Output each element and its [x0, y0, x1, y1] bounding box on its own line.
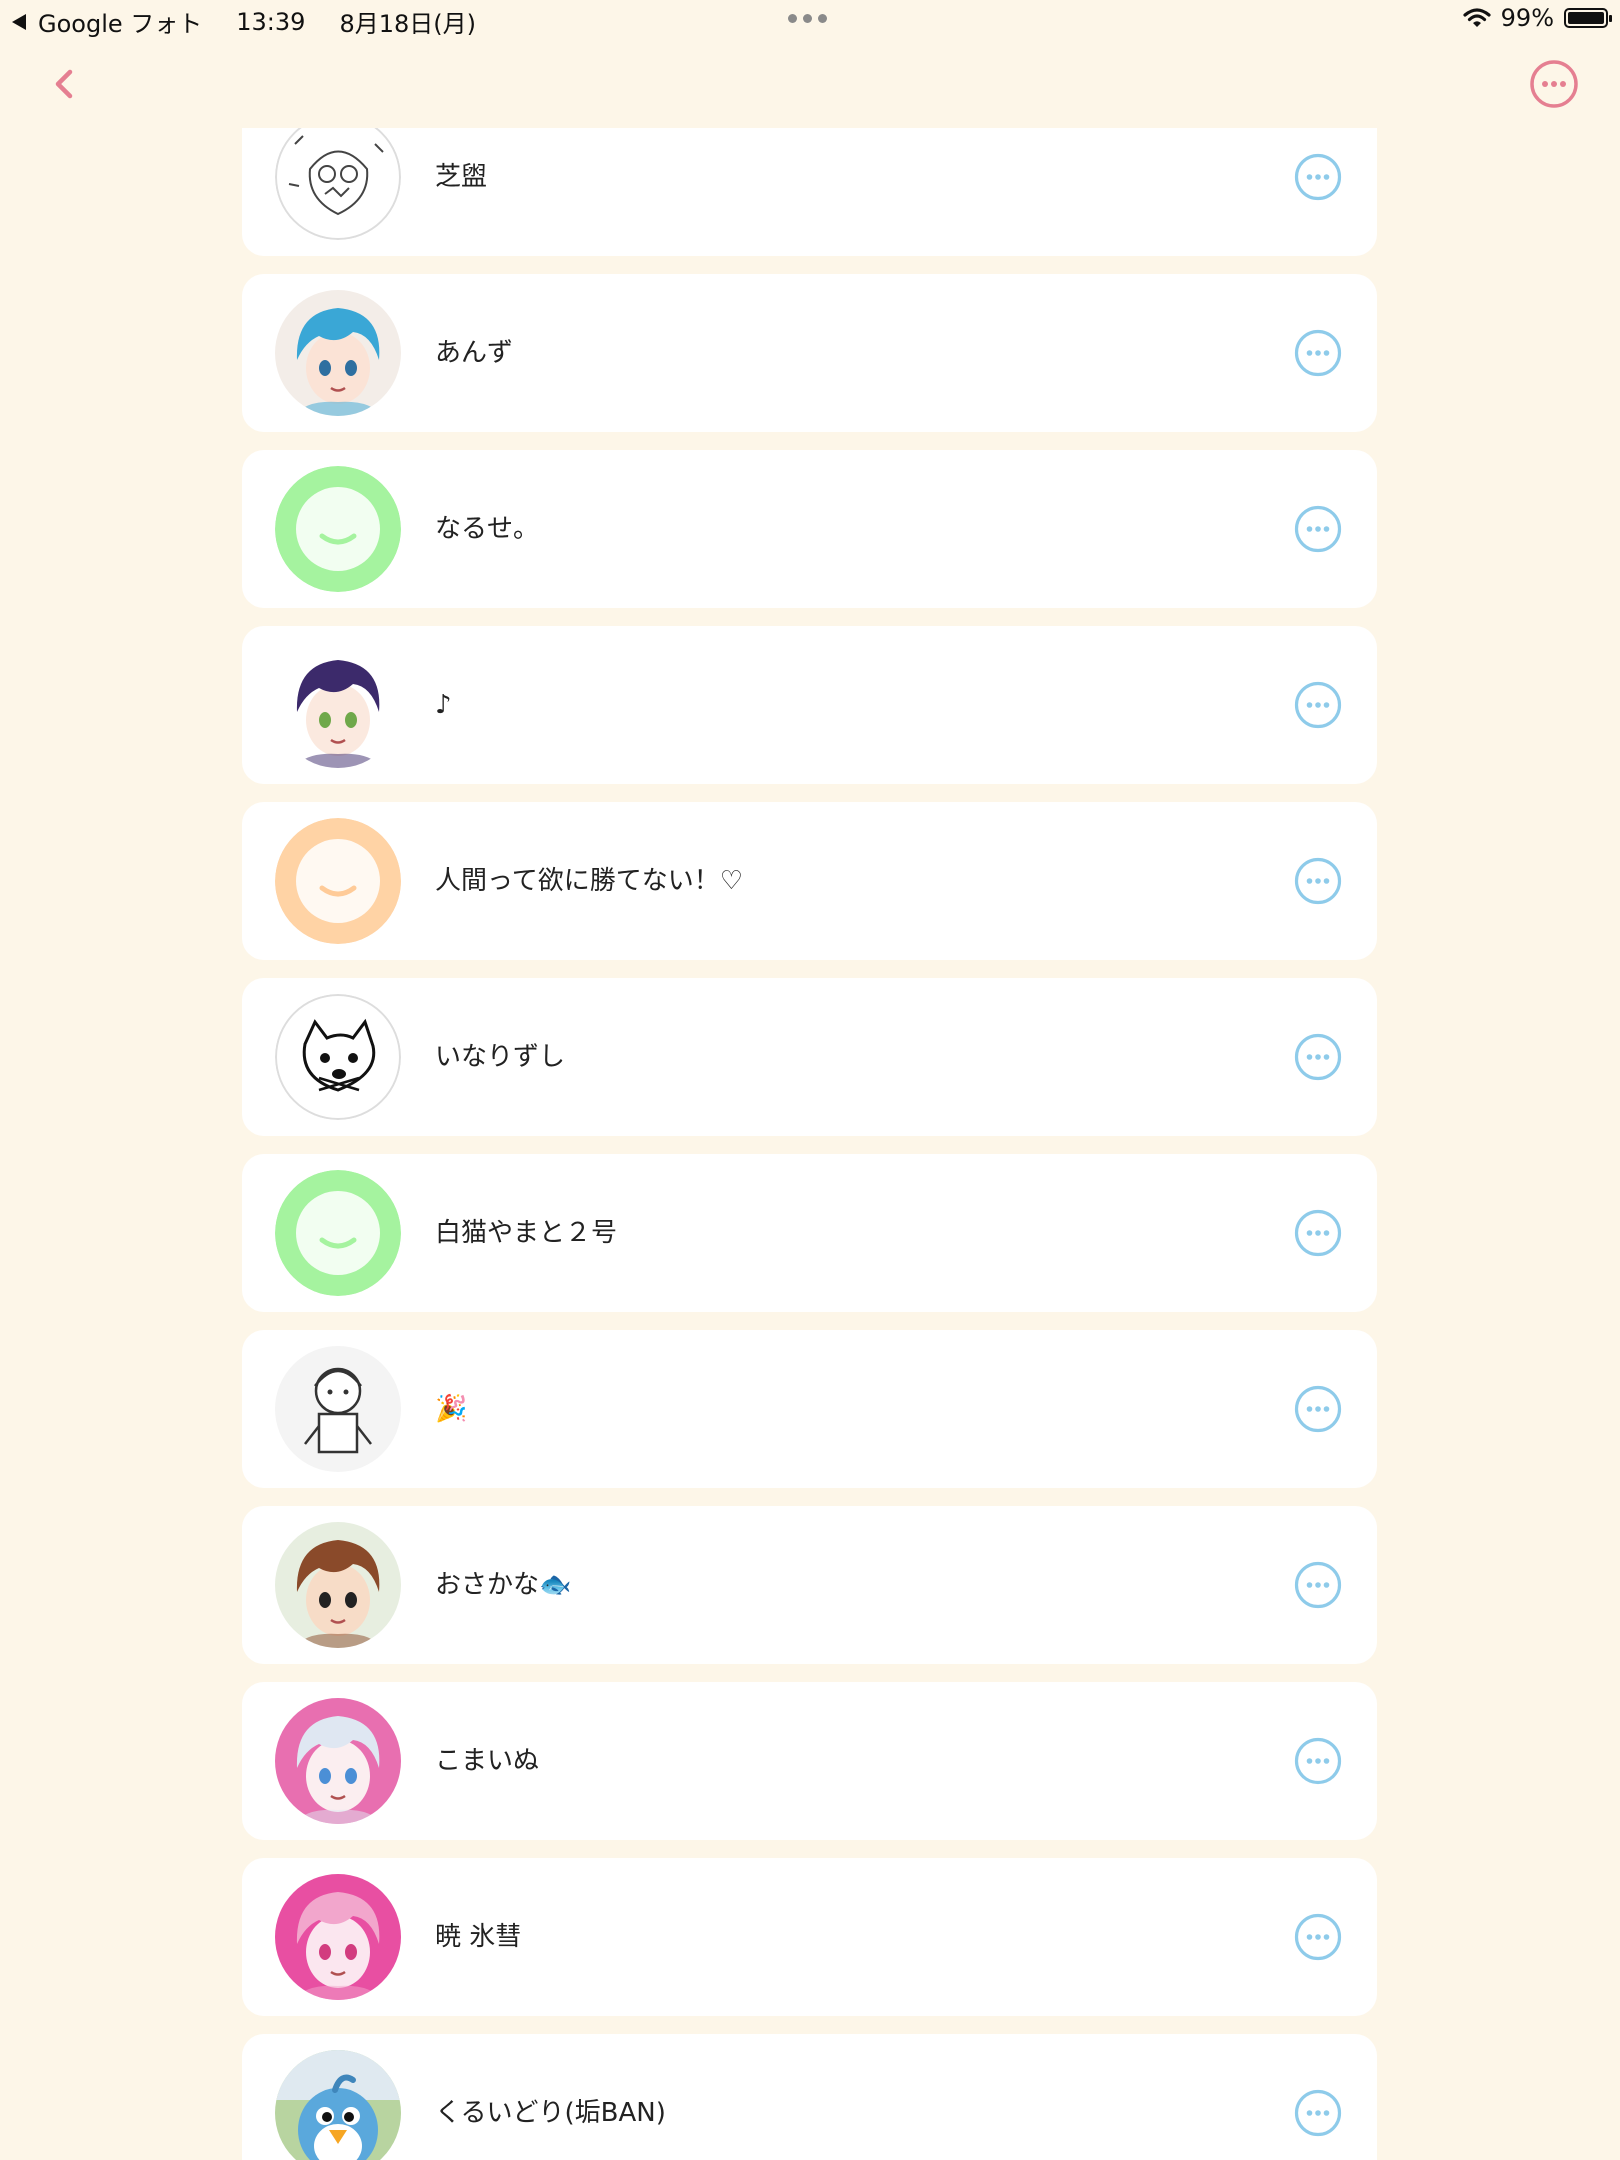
user-row[interactable]: こまいぬ — [242, 1682, 1377, 1840]
back-to-app-icon[interactable] — [12, 13, 26, 30]
user-name: 暁 氷彗 — [435, 1922, 522, 1952]
default-orange-smile-avatar[interactable] — [275, 818, 401, 944]
user-row[interactable]: ♪ — [242, 626, 1377, 784]
user-name: いなりずし — [435, 1042, 566, 1072]
cat-doodle-avatar[interactable] — [275, 994, 401, 1120]
more-options-icon[interactable] — [1294, 1561, 1342, 1609]
user-row[interactable]: くるいどり(垢BAN) — [242, 2034, 1377, 2160]
purple-hair-anime-avatar[interactable] — [275, 642, 401, 768]
silver-hair-anime-avatar[interactable] — [275, 1698, 401, 1824]
default-green-smile-avatar[interactable] — [275, 466, 401, 592]
more-options-icon[interactable] — [1294, 857, 1342, 905]
more-options-icon[interactable] — [1294, 153, 1342, 201]
user-name: ♪ — [435, 690, 452, 720]
status-bar-right: 99% — [1463, 4, 1612, 32]
battery-percent: 99% — [1500, 4, 1554, 32]
pink-hair-anime-avatar[interactable] — [275, 1874, 401, 2000]
ellipsis-circle-icon[interactable] — [1529, 59, 1579, 109]
status-time: 13:39 — [236, 7, 306, 36]
wifi-icon — [1463, 8, 1491, 27]
user-name: なるせ。 — [435, 514, 540, 544]
more-options-icon[interactable] — [1294, 505, 1342, 553]
user-row[interactable]: いなりずし — [242, 978, 1377, 1136]
user-list: 芝盥 あんず なるせ。 ♪ 人間って欲に勝てない！♡ いなりずし 白猫やまと２号… — [242, 128, 1377, 2160]
top-navigation-bar — [0, 40, 1620, 130]
brown-hair-anime-avatar[interactable] — [275, 1522, 401, 1648]
more-options-icon[interactable] — [1294, 329, 1342, 377]
more-options-icon[interactable] — [1294, 681, 1342, 729]
user-name: 人間って欲に勝てない！♡ — [435, 866, 744, 896]
user-row[interactable]: 白猫やまと２号 — [242, 1154, 1377, 1312]
chevron-left-icon[interactable] — [44, 64, 84, 104]
more-options-icon[interactable] — [1294, 1033, 1342, 1081]
more-options-icon[interactable] — [1294, 1737, 1342, 1785]
user-name: おさかな🐟 — [435, 1570, 572, 1600]
more-options-icon[interactable] — [1294, 2089, 1342, 2137]
more-options-icon[interactable] — [1294, 1209, 1342, 1257]
battery-fill — [1568, 12, 1604, 24]
status-bar: Google フォト 13:39 8月18日(月) 99% — [0, 0, 1620, 40]
user-name: 白猫やまと２号 — [435, 1218, 618, 1248]
user-name: くるいどり(垢BAN) — [435, 2098, 666, 2128]
status-bar-left: Google フォト 13:39 8月18日(月) — [12, 4, 476, 39]
user-name: 芝盥 — [435, 162, 488, 192]
default-green-smile-avatar[interactable] — [275, 1170, 401, 1296]
sketch-character-avatar[interactable] — [275, 1346, 401, 1472]
status-date: 8月18日(月) — [339, 10, 476, 38]
blue-bird-avatar[interactable] — [275, 2050, 401, 2160]
back-to-app-label[interactable]: Google フォト — [38, 4, 202, 39]
more-options-icon[interactable] — [1294, 1385, 1342, 1433]
more-options-icon[interactable] — [1294, 1913, 1342, 1961]
user-row[interactable]: 🎉 — [242, 1330, 1377, 1488]
user-name: あんず — [435, 338, 514, 368]
user-row[interactable]: おさかな🐟 — [242, 1506, 1377, 1664]
user-row[interactable]: 芝盥 — [242, 128, 1377, 256]
user-row[interactable]: 人間って欲に勝てない！♡ — [242, 802, 1377, 960]
sketch-face-avatar[interactable] — [275, 128, 401, 240]
user-row[interactable]: あんず — [242, 274, 1377, 432]
user-row[interactable]: 暁 氷彗 — [242, 1858, 1377, 2016]
multitasking-dots-icon[interactable] — [788, 14, 827, 23]
battery-icon — [1564, 8, 1612, 28]
user-name: こまいぬ — [435, 1746, 540, 1776]
user-row[interactable]: なるせ。 — [242, 450, 1377, 608]
blue-hair-anime-avatar[interactable] — [275, 290, 401, 416]
user-name: 🎉 — [435, 1394, 468, 1424]
